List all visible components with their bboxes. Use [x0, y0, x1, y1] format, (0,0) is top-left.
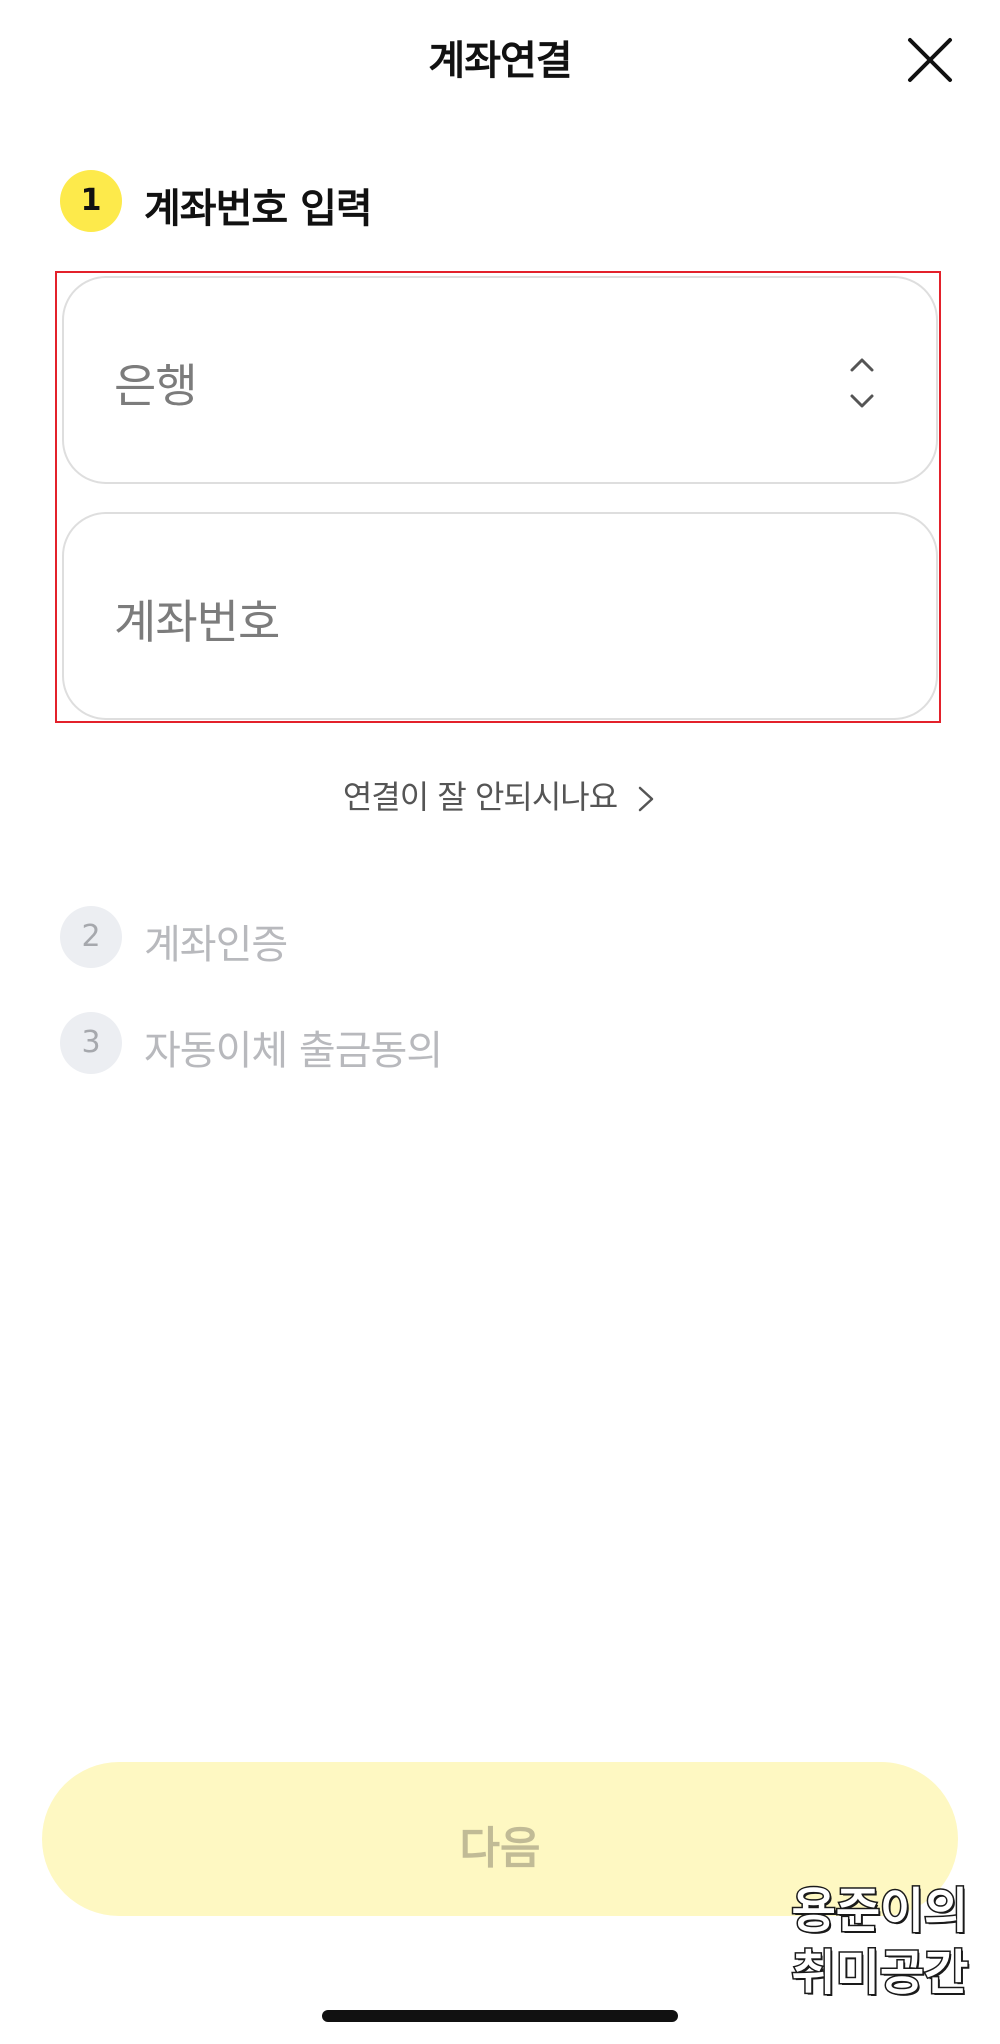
watermark-line-1: 용준이의 — [790, 1882, 970, 1941]
close-button[interactable] — [900, 30, 960, 90]
next-button-label: 다음 — [459, 1823, 541, 1874]
chevron-right-icon — [638, 786, 654, 812]
step-3-label: 자동이체 출금동의 — [144, 1028, 443, 1074]
step-2-badge: 2 — [60, 906, 122, 968]
home-indicator — [322, 2010, 678, 2022]
step-3-badge: 3 — [60, 1012, 122, 1074]
watermark-line-2: 취미공간 — [790, 1944, 970, 2003]
step-1-label: 계좌번호 입력 — [144, 186, 373, 232]
page-title: 계좌연결 — [428, 38, 572, 84]
account-number-input[interactable]: 계좌번호 — [62, 512, 938, 720]
account-link-screen: 계좌연결 1 계좌번호 입력 은행 계좌번호 연결이 잘 안되시나요 2 계좌인… — [0, 0, 1000, 2044]
step-2-label: 계좌인증 — [144, 922, 288, 968]
updown-chevron-icon — [850, 358, 874, 408]
close-icon — [908, 38, 952, 82]
watermark: 용준이의 취미공간 — [770, 1880, 990, 2004]
bank-placeholder: 은행 — [114, 359, 198, 413]
header: 계좌연결 — [0, 0, 1000, 110]
help-link-label: 연결이 잘 안되시나요 — [342, 778, 618, 816]
bank-select[interactable]: 은행 — [62, 276, 938, 484]
account-number-placeholder: 계좌번호 — [114, 595, 280, 649]
step-1-badge: 1 — [60, 170, 122, 232]
help-link[interactable]: 연결이 잘 안되시나요 — [0, 772, 1000, 818]
